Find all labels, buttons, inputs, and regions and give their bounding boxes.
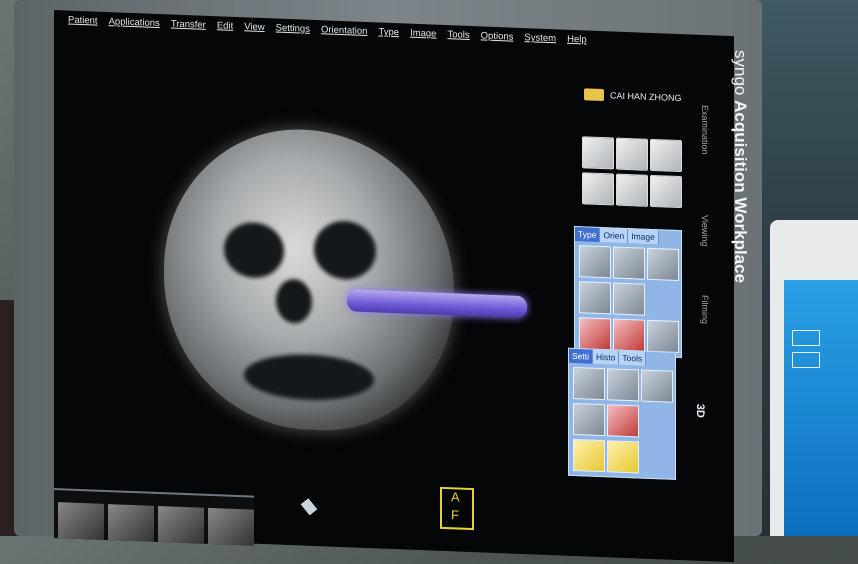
type-panel-icons [575, 241, 681, 357]
tab-type[interactable]: Type [575, 227, 601, 242]
menu-settings[interactable]: Settings [276, 23, 310, 35]
tools-panel: Setti Histo Tools [568, 347, 676, 480]
render-mip-icon[interactable] [613, 246, 645, 280]
tab-3d[interactable]: 3D [694, 404, 706, 419]
rotate-ccw-icon[interactable] [650, 138, 682, 173]
orbit-rotate-icon[interactable] [582, 172, 614, 206]
cube-icon[interactable] [573, 366, 605, 401]
head-profile-icon[interactable] [641, 369, 673, 403]
menu-applications[interactable]: Applications [109, 16, 160, 29]
nasal-cavity [276, 278, 312, 324]
menu-image[interactable]: Image [410, 28, 436, 40]
head-rotate-icon[interactable] [616, 137, 648, 171]
render-vessel-icon[interactable] [613, 318, 645, 352]
brand-app-title: Acquisition Workplace [731, 100, 750, 284]
menu-type[interactable]: Type [378, 26, 399, 38]
menu-orientation[interactable]: Orientation [321, 24, 367, 37]
head-pan-icon[interactable] [616, 173, 648, 207]
skull-view-icon[interactable] [647, 247, 679, 282]
adjacent-icon [792, 352, 820, 368]
empty-slot [641, 405, 673, 439]
orientation-cube[interactable]: A F [440, 486, 474, 531]
rotate-free-icon[interactable] [582, 136, 614, 170]
menu-transfer[interactable]: Transfer [171, 18, 206, 30]
cube-label-top: A [451, 489, 460, 505]
thumbnail[interactable] [108, 504, 154, 542]
tab-image[interactable]: Image [628, 229, 659, 245]
adjacent-icon [792, 330, 820, 346]
thumbnail-strip [54, 488, 254, 546]
tab-histo[interactable]: Histo [593, 349, 620, 365]
tools-panel-icons [569, 363, 675, 479]
menu-patient[interactable]: Patient [68, 15, 98, 27]
mouse-cursor-icon [300, 498, 318, 516]
head-highlight-icon[interactable] [573, 438, 605, 473]
skull-3d-render[interactable] [164, 124, 454, 436]
thumbnail[interactable] [158, 505, 204, 544]
punch-icon[interactable] [607, 404, 639, 438]
render-vrt-icon[interactable] [579, 245, 611, 279]
adjacent-monitor-screen [784, 280, 858, 536]
menu-bar: Patient Applications Transfer Edit View … [68, 15, 587, 46]
cube-label-front: F [451, 507, 459, 523]
tab-settings[interactable]: Setti [569, 348, 594, 364]
grid-icon[interactable] [607, 368, 639, 402]
render-ssd-icon[interactable] [579, 281, 611, 315]
menu-tools[interactable]: Tools [447, 29, 469, 41]
side-tab-strip: Examination Viewing Filming [694, 95, 734, 427]
brand-title: syngo Acquisition Workplace [730, 50, 750, 283]
head-clip-icon[interactable] [573, 402, 605, 437]
render-mpr-icon[interactable] [613, 282, 645, 316]
head-zoom-icon[interactable] [650, 174, 682, 209]
patient-name: CAI HAN ZHONG [610, 90, 682, 104]
menu-view[interactable]: View [244, 21, 264, 33]
view-tool-grid [582, 136, 682, 209]
tab-orien[interactable]: Orien [600, 227, 629, 244]
thumbnail[interactable] [58, 502, 104, 540]
head-segment-icon[interactable] [607, 440, 639, 474]
patient-header: CAI HAN ZHONG [584, 88, 682, 104]
tab-filming[interactable]: Filming [700, 295, 710, 324]
menu-options[interactable]: Options [481, 30, 514, 42]
monitor-bezel: Patient Applications Transfer Edit View … [14, 0, 762, 563]
empty-slot [641, 441, 673, 475]
type-panel: Type Orien Image [574, 225, 682, 359]
menu-help[interactable]: Help [567, 34, 587, 46]
render-color-icon[interactable] [579, 317, 611, 351]
tab-examination[interactable]: Examination [700, 105, 710, 155]
brand-name: syngo [731, 50, 750, 96]
folder-icon[interactable] [584, 88, 604, 102]
menu-system[interactable]: System [524, 32, 556, 44]
tab-viewing[interactable]: Viewing [700, 215, 710, 247]
empty-slot [647, 283, 679, 318]
tab-tools[interactable]: Tools [619, 350, 647, 366]
head-outline-icon[interactable] [647, 319, 679, 354]
thumbnail[interactable] [208, 507, 254, 546]
adjacent-monitor [770, 220, 858, 536]
menu-edit[interactable]: Edit [217, 20, 233, 32]
monitor-screen: Patient Applications Transfer Edit View … [54, 10, 734, 563]
